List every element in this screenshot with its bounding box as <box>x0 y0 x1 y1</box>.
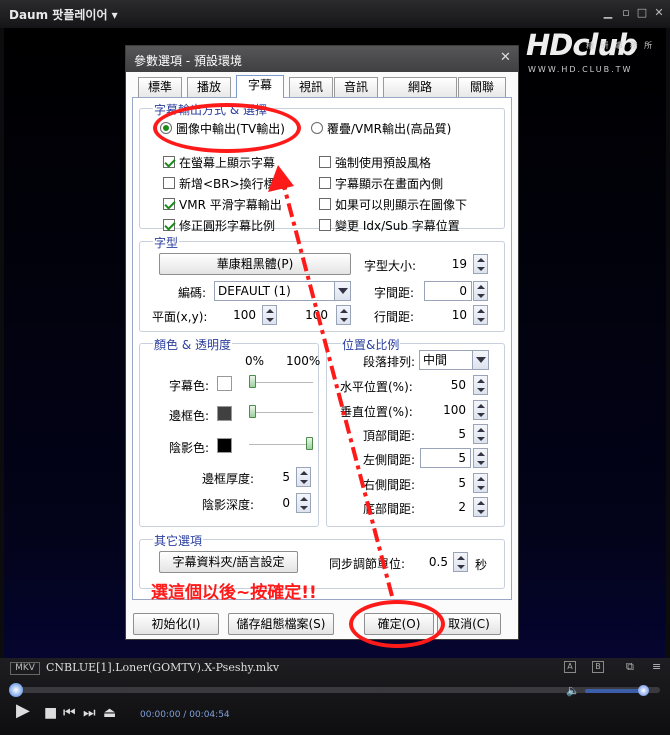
annotation-arrow <box>268 165 394 597</box>
annotation-text: 選這個以後~按確定!! <box>151 583 317 603</box>
annotation-circle-ok <box>349 600 445 648</box>
annotation-circle-radio <box>153 103 301 153</box>
